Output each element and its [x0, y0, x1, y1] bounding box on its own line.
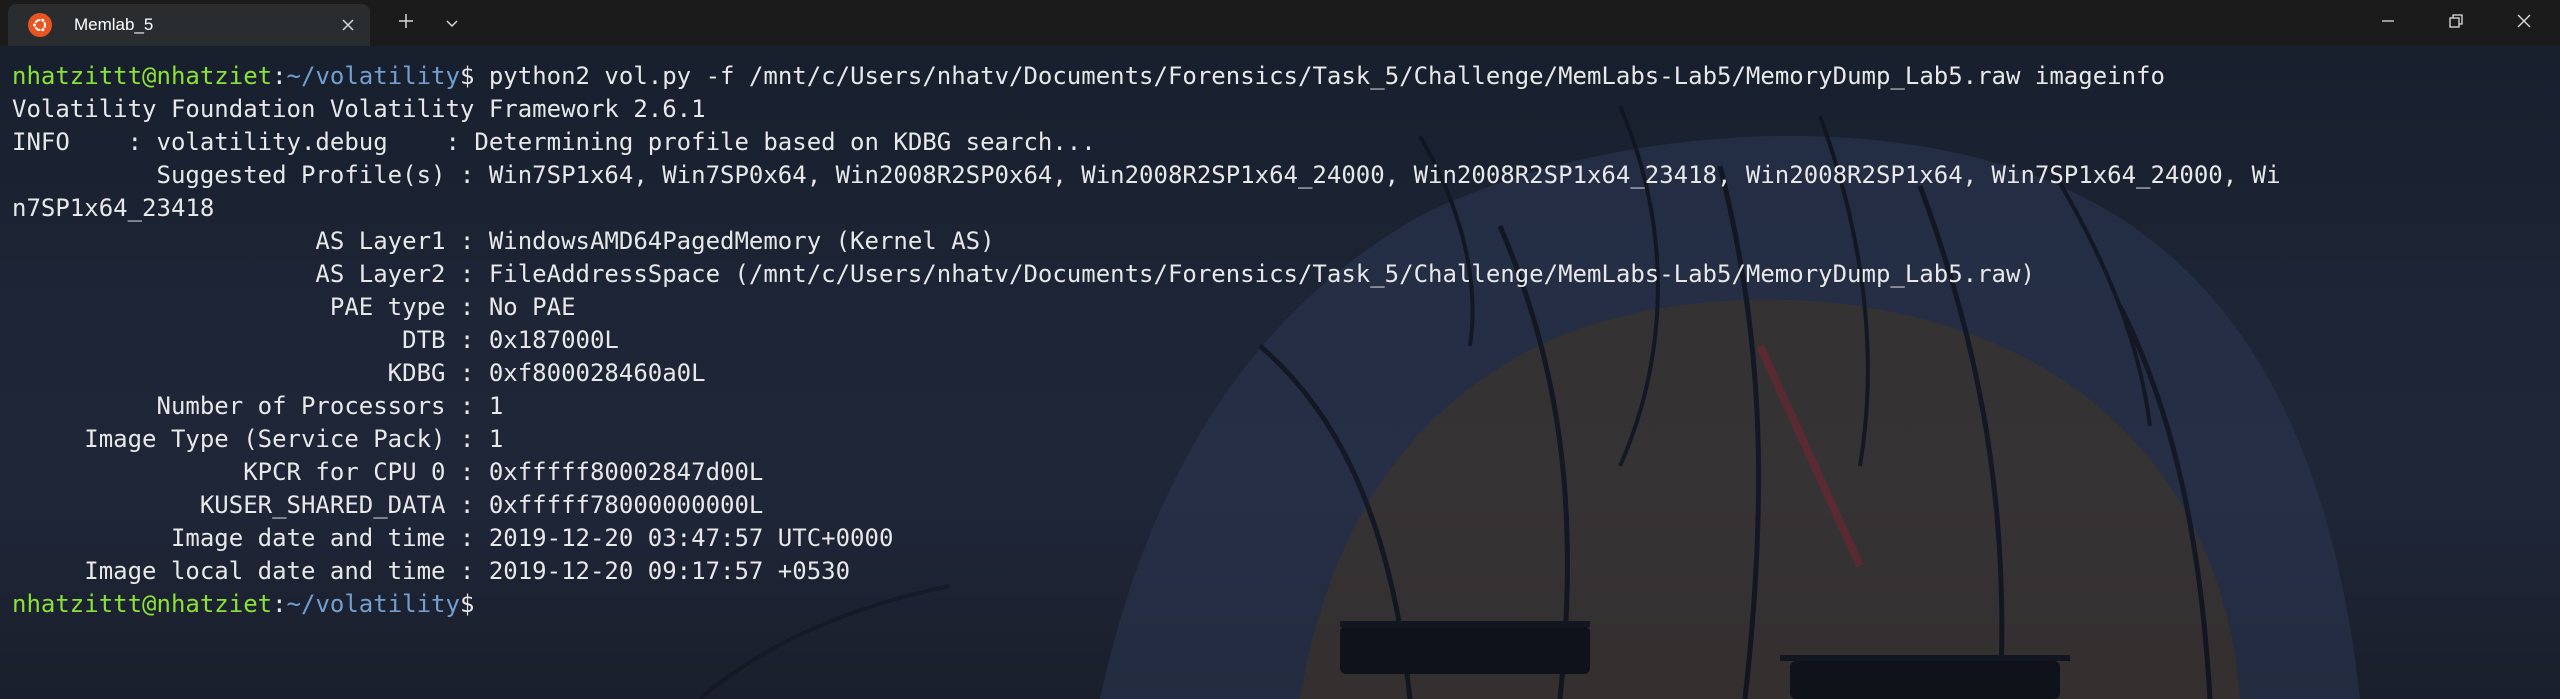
minimize-icon — [2380, 13, 2396, 33]
output-line: INFO : volatility.debug : Determining pr… — [12, 128, 1096, 156]
output-line: Image local date and time : 2019-12-20 0… — [12, 557, 851, 585]
tab-close-icon[interactable] — [338, 15, 358, 35]
ubuntu-icon — [28, 13, 52, 37]
prompt-path: ~/volatility — [286, 590, 460, 618]
output-line: KUSER_SHARED_DATA : 0xfffff78000000000L — [12, 491, 764, 519]
output-line: KDBG : 0xf800028460a0L — [12, 359, 706, 387]
tab-dropdown-button[interactable] — [438, 9, 466, 37]
output-line: PAE type : No PAE — [12, 293, 576, 321]
restore-icon — [2448, 13, 2464, 33]
output-line: n7SP1x64_23418 — [12, 194, 215, 222]
prompt-user: nhatzittt@nhatziet — [12, 62, 273, 90]
minimize-button[interactable] — [2354, 0, 2422, 46]
output-line: AS Layer1 : WindowsAMD64PagedMemory (Ker… — [12, 227, 995, 255]
command-text: python2 vol.py -f /mnt/c/Users/nhatv/Doc… — [474, 62, 2165, 90]
close-icon — [2516, 13, 2532, 33]
new-tab-button[interactable] — [392, 9, 420, 37]
prompt-symbol: $ — [459, 590, 475, 618]
title-bar: Memlab_5 — [0, 0, 2560, 46]
tab-memlab[interactable]: Memlab_5 — [8, 4, 370, 46]
chevron-down-icon — [445, 14, 459, 33]
restore-button[interactable] — [2422, 0, 2490, 46]
prompt-symbol: $ — [459, 62, 475, 90]
plus-icon — [398, 13, 414, 33]
output-line: KPCR for CPU 0 : 0xfffff80002847d00L — [12, 458, 764, 486]
prompt-path: ~/volatility — [286, 62, 460, 90]
tab-title: Memlab_5 — [74, 15, 154, 34]
command-line: nhatzittt@nhatziet:~/volatility$ python2… — [12, 62, 2165, 90]
output-line: Image Type (Service Pack) : 1 — [12, 425, 504, 453]
output-line: Number of Processors : 1 — [12, 392, 504, 420]
output-line: DTB : 0x187000L — [12, 326, 619, 354]
close-window-button[interactable] — [2490, 0, 2558, 46]
output-line: Image date and time : 2019-12-20 03:47:5… — [12, 524, 894, 552]
output-line: Suggested Profile(s) : Win7SP1x64, Win7S… — [12, 161, 2281, 189]
output-line: AS Layer2 : FileAddressSpace (/mnt/c/Use… — [12, 260, 2035, 288]
output-line: Volatility Foundation Volatility Framewo… — [12, 95, 706, 123]
terminal-output: nhatzittt@nhatziet:~/volatility$ python2… — [12, 60, 2281, 621]
final-prompt-line[interactable]: nhatzittt@nhatziet:~/volatility$ — [12, 588, 2281, 621]
prompt-user: nhatzittt@nhatziet — [12, 590, 273, 618]
terminal-pane[interactable]: nhatzittt@nhatziet:~/volatility$ python2… — [0, 46, 2560, 699]
